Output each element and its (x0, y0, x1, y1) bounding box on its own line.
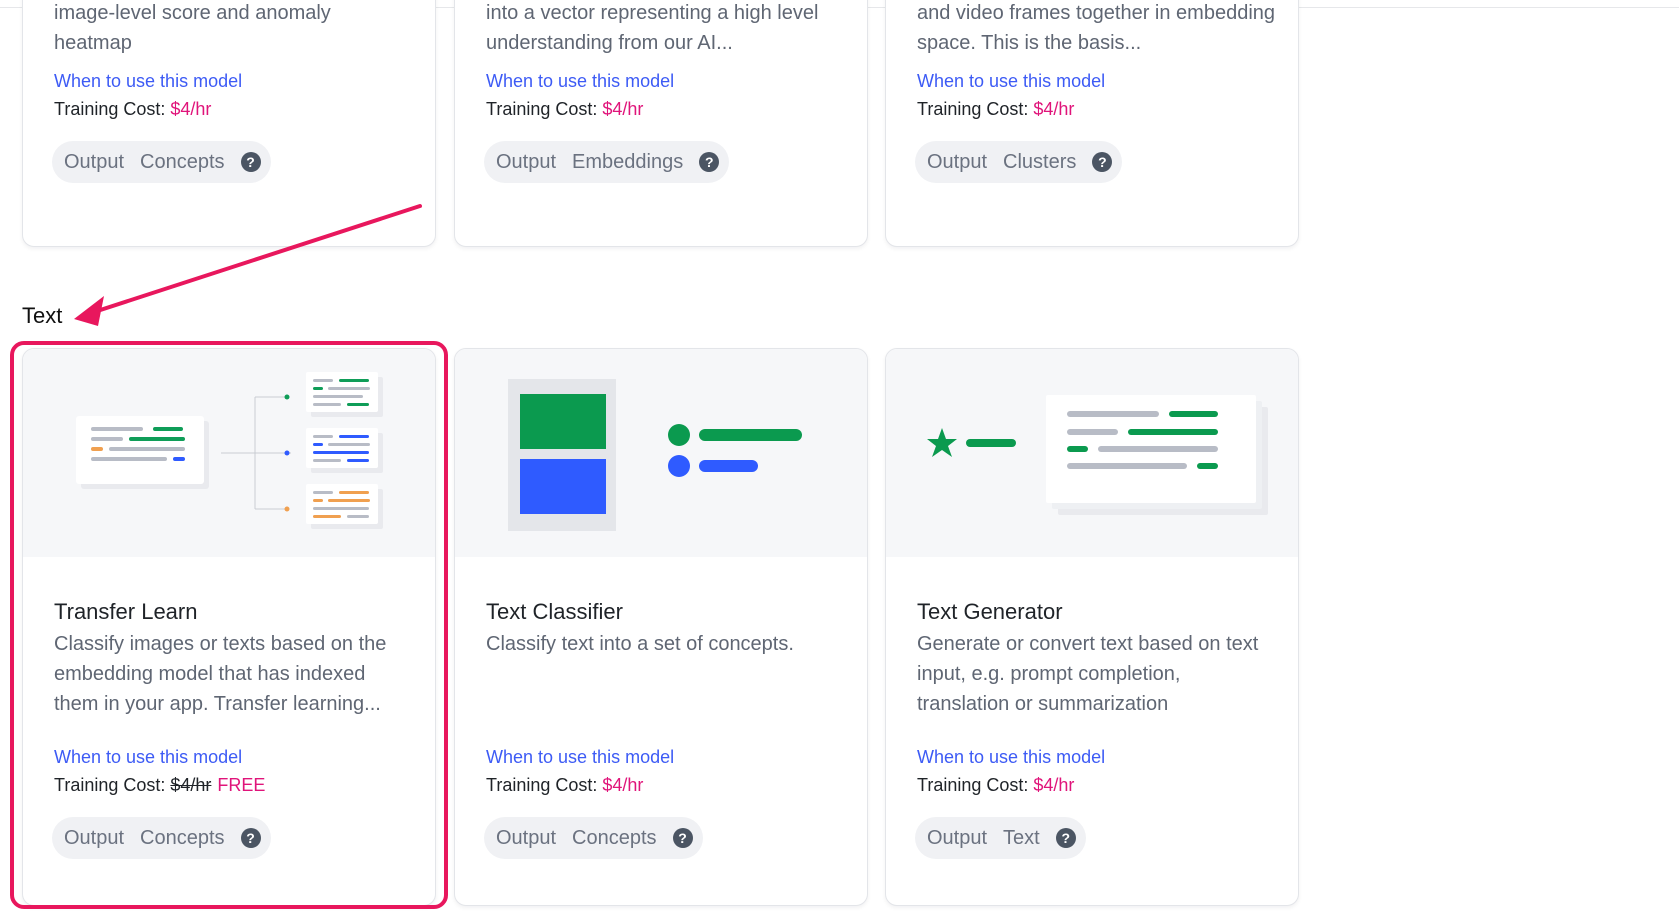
training-cost-label: Training Cost: (486, 775, 603, 795)
training-cost: Training Cost: $4/hr (486, 775, 643, 796)
training-cost-label: Training Cost: (54, 99, 171, 119)
card-illustration (886, 349, 1298, 557)
output-label: Output (927, 150, 988, 173)
card-title: Transfer Learn (54, 599, 198, 624)
training-cost-price: $4/hr (170, 99, 212, 119)
when-to-use-link[interactable]: When to use this model (917, 747, 1105, 768)
help-icon[interactable]: ? (699, 152, 720, 172)
card-description: and video frames together in embedding s… (917, 2, 1276, 54)
output-pill: Output Text ? (915, 817, 1086, 859)
output-value: Embeddings (572, 150, 684, 173)
card-description: into a vector representing a high level … (486, 2, 819, 54)
training-cost-label: Training Cost: (917, 99, 1034, 119)
model-card-text-classifier[interactable]: Text Classifier Classify text into a set… (454, 348, 868, 906)
card-illustration (455, 349, 867, 557)
card-description: Generate or convert text based on text i… (917, 633, 1259, 715)
model-card-embeddings[interactable]: into a vector representing a high level … (454, 0, 868, 247)
training-cost-label: Training Cost: (917, 775, 1034, 795)
output-pill: Output Clusters ? (915, 141, 1123, 183)
training-cost: Training Cost: $4/hr (917, 775, 1074, 796)
output-label: Output (64, 826, 125, 849)
output-label: Output (64, 150, 125, 173)
card-description: image-level score and anomaly heatmap (54, 2, 331, 54)
output-value: Clusters (1003, 150, 1077, 173)
text-classifier-illustration (508, 379, 802, 531)
section-title-text: Text (22, 303, 63, 328)
output-pill: Output Concepts ? (52, 817, 271, 859)
training-cost-label: Training Cost: (54, 775, 171, 795)
text-generator-illustration (927, 395, 1268, 515)
training-cost-old-price: $4/hr (170, 775, 212, 795)
output-pill: Output Concepts ? (484, 817, 703, 859)
help-icon[interactable]: ? (1055, 828, 1076, 848)
output-value: Concepts (140, 150, 225, 173)
card-description: Classify images or texts based on the em… (54, 633, 387, 715)
card-title: Text Generator (917, 599, 1063, 624)
training-cost-label: Training Cost: (486, 99, 603, 119)
model-card-clusters[interactable]: and video frames together in embedding s… (885, 0, 1299, 247)
output-label: Output (927, 826, 988, 849)
when-to-use-link[interactable]: When to use this model (54, 747, 242, 768)
training-cost: Training Cost: $4/hr (486, 99, 643, 120)
help-icon[interactable]: ? (240, 828, 261, 848)
output-value: Concepts (572, 826, 657, 849)
output-value: Concepts (140, 826, 225, 849)
training-cost: Training Cost: $4/hr (54, 99, 211, 120)
training-cost: Training Cost: $4/hr (917, 99, 1074, 120)
model-card-transfer-learn[interactable]: Transfer Learn Classify images or texts … (22, 348, 436, 906)
model-card-text-generator[interactable]: Text Generator Generate or convert text … (885, 348, 1299, 906)
training-cost-price: $4/hr (1033, 775, 1075, 795)
help-icon[interactable]: ? (1092, 152, 1113, 172)
card-illustration (23, 349, 435, 557)
when-to-use-link[interactable]: When to use this model (486, 71, 674, 92)
training-cost-price: $4/hr (1033, 99, 1075, 119)
when-to-use-link[interactable]: When to use this model (486, 747, 674, 768)
training-cost-price: FREE (217, 775, 266, 795)
card-title: Text Classifier (486, 599, 623, 624)
when-to-use-link[interactable]: When to use this model (917, 71, 1105, 92)
output-pill: Output Concepts ? (52, 141, 271, 183)
card-description: Classify text into a set of concepts. (486, 633, 794, 655)
when-to-use-link[interactable]: When to use this model (54, 71, 242, 92)
training-cost-price: $4/hr (602, 99, 644, 119)
output-label: Output (496, 826, 557, 849)
output-label: Output (496, 150, 557, 173)
training-cost-price: $4/hr (602, 775, 644, 795)
output-value: Text (1003, 826, 1040, 849)
help-icon[interactable]: ? (672, 828, 693, 848)
output-pill: Output Embeddings ? (484, 141, 730, 183)
transfer-learn-illustration (76, 372, 383, 529)
help-icon[interactable]: ? (240, 152, 261, 172)
model-card-anomaly[interactable]: image-level score and anomaly heatmap Wh… (22, 0, 436, 247)
training-cost: Training Cost: $4/hr FREE (54, 775, 265, 796)
